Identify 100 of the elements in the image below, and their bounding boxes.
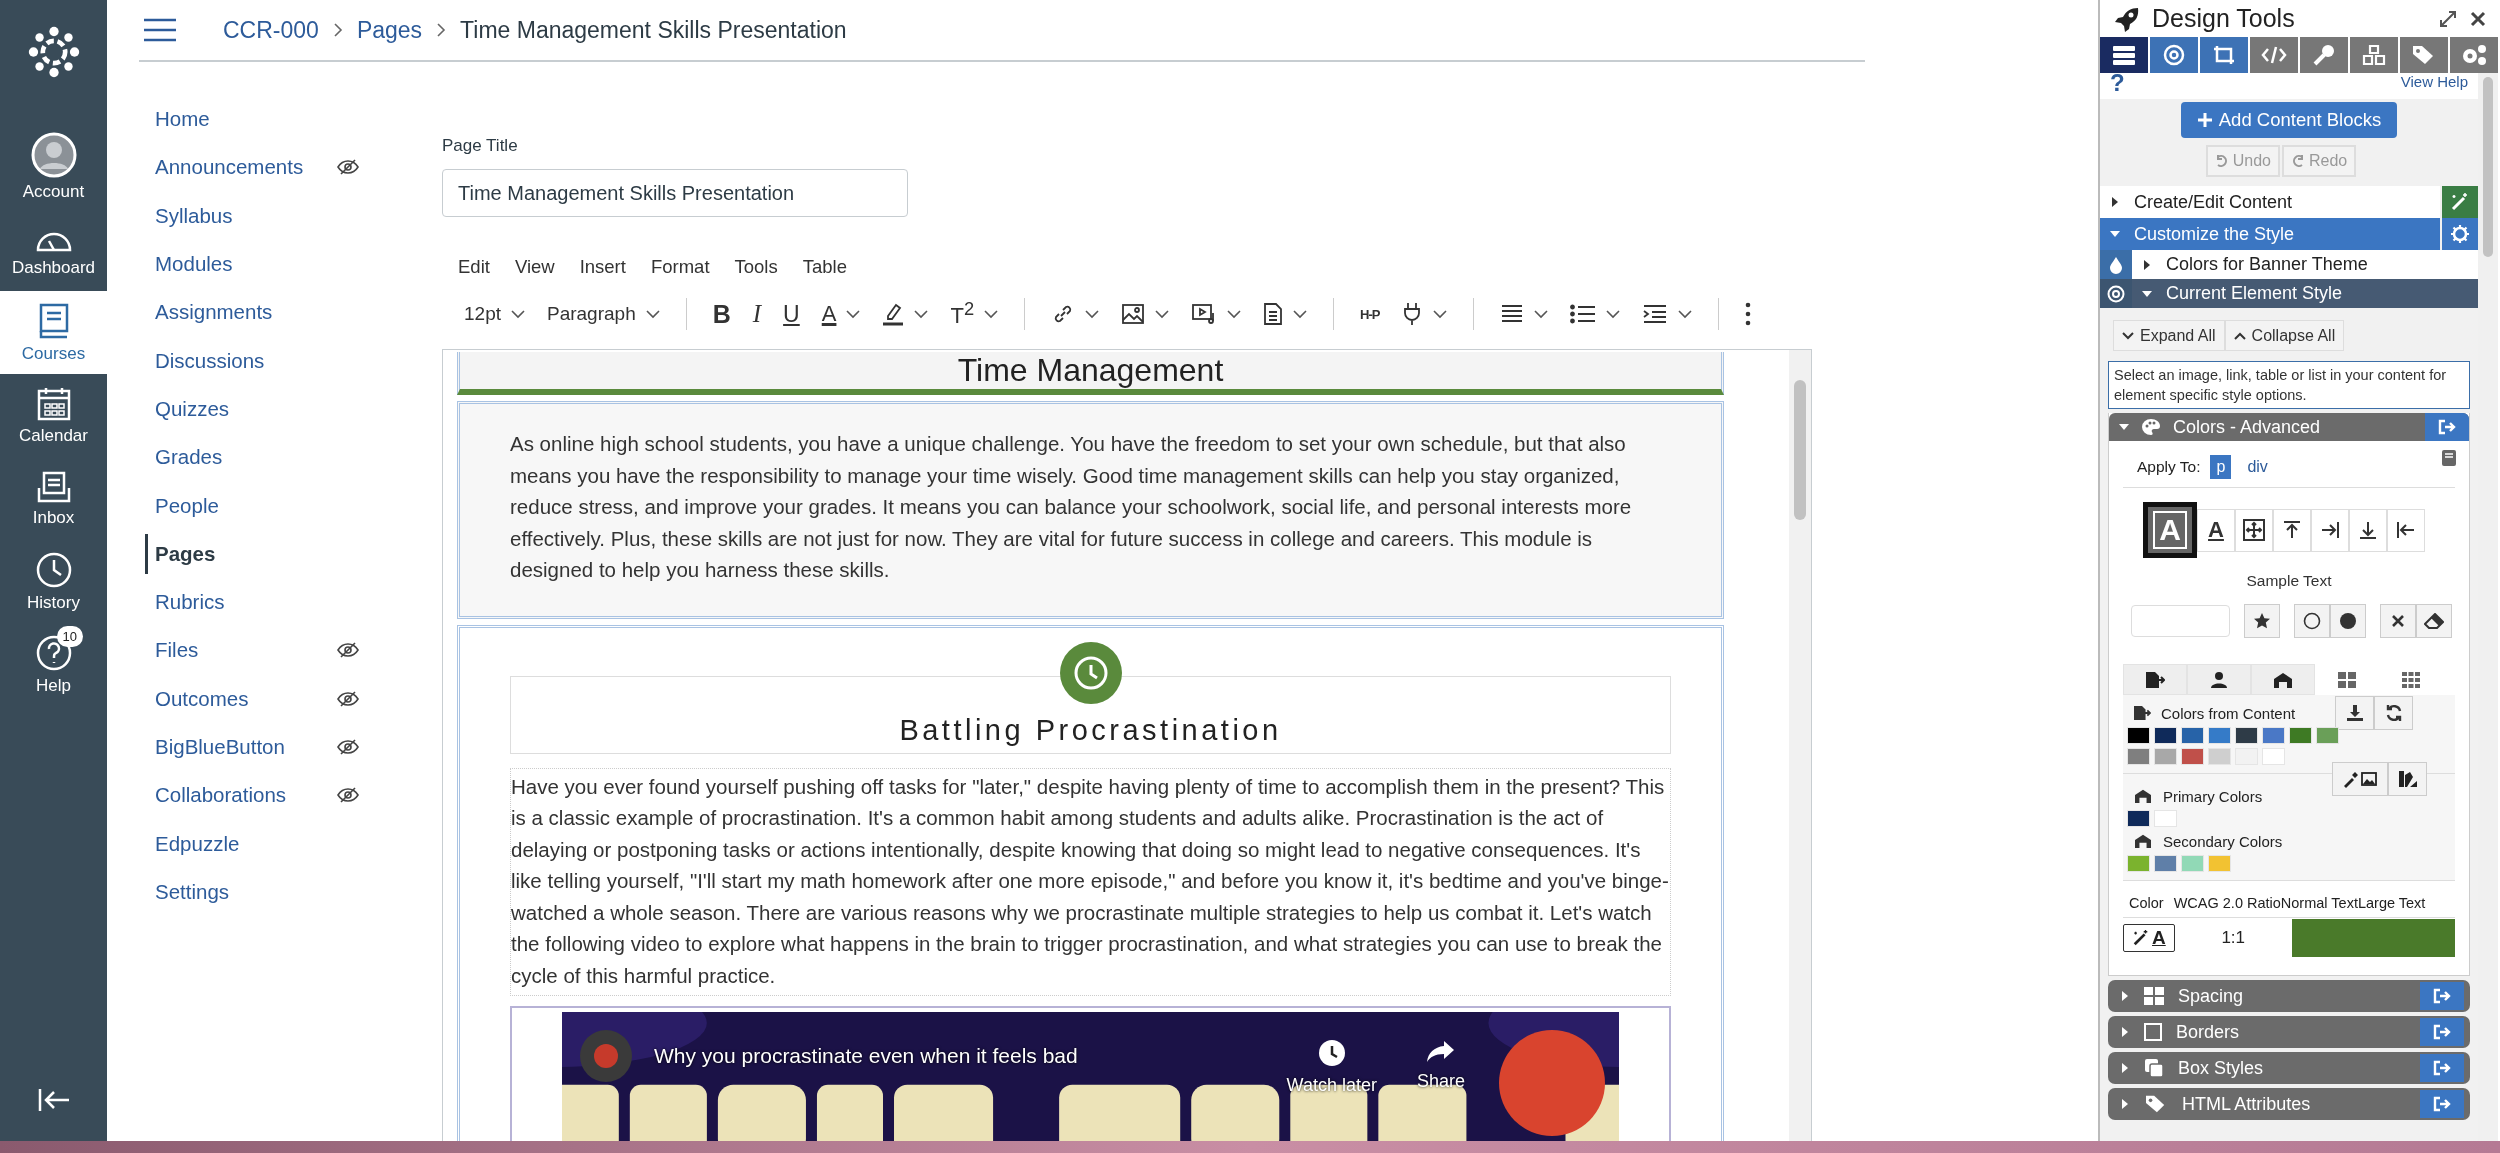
panel-tab[interactable] bbox=[2100, 37, 2148, 73]
color-swatch[interactable] bbox=[2154, 748, 2177, 765]
collapse-icon[interactable] bbox=[36, 1087, 71, 1113]
apply-option[interactable]: div bbox=[2241, 455, 2274, 479]
close-icon[interactable] bbox=[2470, 10, 2486, 27]
color-swatch[interactable] bbox=[2262, 727, 2285, 744]
nav-item[interactable]: 10 Help bbox=[0, 623, 107, 706]
color-swatch[interactable] bbox=[2181, 855, 2204, 872]
color-swatch[interactable] bbox=[2208, 855, 2231, 872]
menu-item[interactable]: View bbox=[514, 256, 555, 278]
color-swatch[interactable] bbox=[2127, 810, 2150, 827]
menu-item[interactable]: Tools bbox=[734, 256, 778, 278]
color-swatch[interactable] bbox=[2154, 727, 2177, 744]
breadcrumb-link[interactable]: Time Management Skills Presentation bbox=[460, 16, 847, 44]
swatches-button[interactable] bbox=[2388, 762, 2427, 796]
menu-icon[interactable] bbox=[143, 18, 177, 42]
mode-button[interactable] bbox=[2273, 508, 2311, 552]
expand-all-button[interactable]: Expand All bbox=[2113, 320, 2225, 351]
color-swatch[interactable] bbox=[2181, 727, 2204, 744]
course-nav-link[interactable]: People bbox=[145, 485, 219, 526]
section-tool-button[interactable] bbox=[2442, 186, 2478, 218]
toolbar-button[interactable]: 12pt bbox=[456, 294, 533, 334]
breadcrumb-link[interactable]: Pages bbox=[356, 16, 423, 44]
eraser-button[interactable] bbox=[2416, 604, 2452, 638]
toolbar-button[interactable]: B bbox=[704, 294, 739, 334]
course-nav-link[interactable]: BigBlueButton bbox=[145, 727, 285, 767]
download-button[interactable] bbox=[2335, 696, 2374, 730]
toolbar-button[interactable]: I bbox=[744, 294, 770, 334]
book-icon[interactable] bbox=[2441, 449, 2457, 467]
color-swatch[interactable] bbox=[2289, 727, 2312, 744]
nav-item[interactable]: Dashboard bbox=[0, 208, 107, 291]
subsection-header[interactable]: Colors for Banner Theme bbox=[2132, 250, 2478, 279]
mode-button[interactable] bbox=[2311, 508, 2349, 552]
apply-option[interactable]: p bbox=[2210, 455, 2232, 479]
course-nav-link[interactable]: Syllabus bbox=[145, 195, 233, 236]
color-swatch[interactable] bbox=[2208, 727, 2231, 744]
color-swatch[interactable] bbox=[2154, 810, 2177, 827]
toolbar-button[interactable]: Paragraph bbox=[539, 294, 668, 334]
help-mark[interactable]: ? bbox=[2110, 73, 2125, 93]
page-title-field[interactable]: Time Management Skills Presentation bbox=[442, 169, 908, 217]
course-nav-link[interactable]: Outcomes bbox=[145, 678, 249, 719]
color-swatch[interactable] bbox=[2127, 727, 2150, 744]
nav-item[interactable]: Courses bbox=[0, 291, 107, 374]
scrollbar-thumb[interactable] bbox=[1794, 380, 1806, 520]
toolbar-button[interactable]: A bbox=[813, 294, 869, 334]
accordion-header[interactable]: Customize the Style bbox=[2100, 218, 2440, 250]
collapse-all-button[interactable]: Collapse All bbox=[2224, 320, 2345, 351]
favorite-button[interactable] bbox=[2244, 604, 2280, 638]
color-swatch[interactable] bbox=[2262, 748, 2285, 765]
fill-button[interactable] bbox=[2330, 604, 2366, 638]
video-title[interactable]: Why you procrastinate even when it feels bad bbox=[654, 1044, 1078, 1068]
outline-button[interactable] bbox=[2294, 604, 2330, 638]
section-tool-button[interactable] bbox=[2442, 218, 2478, 250]
course-nav-link[interactable]: Modules bbox=[145, 244, 233, 285]
accordion-header[interactable]: Create/Edit Content bbox=[2100, 186, 2440, 218]
color-swatch[interactable] bbox=[2235, 727, 2258, 744]
scrollbar-thumb[interactable] bbox=[2483, 77, 2493, 257]
nav-item[interactable]: History bbox=[0, 540, 107, 623]
course-nav-link[interactable]: Collaborations bbox=[145, 775, 287, 816]
color-swatch[interactable] bbox=[2208, 748, 2231, 765]
course-nav-link[interactable]: Settings bbox=[145, 871, 230, 912]
mode-button[interactable] bbox=[2387, 508, 2425, 552]
popout-button[interactable] bbox=[2420, 1018, 2464, 1046]
expand-icon[interactable] bbox=[2438, 8, 2458, 29]
course-nav-link[interactable]: Pages bbox=[145, 533, 216, 574]
menu-item[interactable]: Format bbox=[650, 256, 710, 278]
contrast-color-button[interactable]: A bbox=[2123, 923, 2175, 952]
mode-button[interactable] bbox=[2235, 508, 2273, 552]
clear-button[interactable] bbox=[2380, 604, 2416, 638]
color-swatch[interactable] bbox=[2127, 748, 2150, 765]
color-swatch[interactable] bbox=[2316, 727, 2339, 744]
mode-button[interactable]: A bbox=[2143, 502, 2197, 558]
course-nav-link[interactable]: Home bbox=[145, 99, 210, 140]
course-nav-link[interactable]: Edpuzzle bbox=[145, 823, 240, 864]
menu-item[interactable]: Table bbox=[802, 256, 847, 278]
popout-button[interactable] bbox=[2420, 1054, 2464, 1082]
color-swatch[interactable] bbox=[2127, 855, 2150, 872]
course-nav-link[interactable]: Rubrics bbox=[145, 582, 225, 623]
course-nav-link[interactable]: Assignments bbox=[145, 292, 273, 333]
subsection-header[interactable]: Current Element Style bbox=[2132, 279, 2478, 308]
palette-tab[interactable] bbox=[2187, 664, 2251, 695]
toolbar-button[interactable]: U bbox=[775, 294, 808, 334]
toolbar-button[interactable]: T$^{2}$ bbox=[942, 294, 1007, 334]
mode-button[interactable]: A bbox=[2197, 508, 2235, 552]
popout-button[interactable] bbox=[2425, 413, 2469, 441]
popout-button[interactable] bbox=[2420, 982, 2464, 1010]
toolbar-button[interactable]: H-P bbox=[1352, 294, 1388, 334]
course-nav-link[interactable]: Files bbox=[145, 630, 199, 671]
palette-tab[interactable] bbox=[2123, 664, 2187, 695]
nav-item[interactable]: Calendar bbox=[0, 374, 107, 457]
course-nav-link[interactable]: Quizzes bbox=[145, 388, 230, 429]
refresh-button[interactable] bbox=[2374, 696, 2413, 730]
color-swatch[interactable] bbox=[2154, 855, 2177, 872]
palette-tab[interactable] bbox=[2251, 664, 2315, 695]
menu-item[interactable]: Edit bbox=[458, 256, 490, 278]
color-swatch[interactable] bbox=[2181, 748, 2204, 765]
add-content-blocks-button[interactable]: Add Content Blocks bbox=[2180, 102, 2398, 138]
eyedropper-button[interactable] bbox=[2332, 762, 2388, 796]
menu-item[interactable]: Insert bbox=[579, 256, 626, 278]
color-field[interactable] bbox=[2131, 605, 2230, 637]
